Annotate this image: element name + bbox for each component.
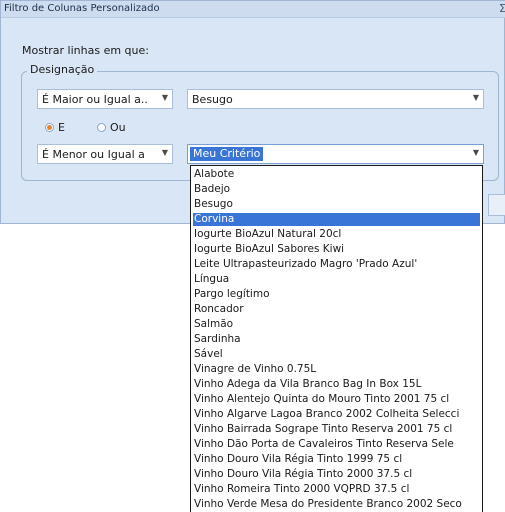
or-radio-label: Ou bbox=[110, 121, 126, 134]
group-label: Designação bbox=[27, 63, 98, 76]
dropdown-option[interactable]: Vinho Dão Porta de Cavaleiros Tinto Rese… bbox=[193, 438, 454, 451]
or-radio[interactable] bbox=[97, 123, 106, 132]
dropdown-option[interactable]: Vinho Douro Vila Régia Tinto 2000 37.5 c… bbox=[193, 468, 412, 481]
dropdown-option[interactable]: Sável bbox=[193, 348, 223, 361]
dropdown-option[interactable]: Iogurte BioAzul Natural 20cl bbox=[193, 228, 341, 241]
dropdown-option[interactable]: Iogurte BioAzul Sabores Kiwi bbox=[193, 243, 344, 256]
dropdown-option[interactable]: Leite Ultrapasteurizado Magro 'Prado Azu… bbox=[193, 258, 417, 271]
dropdown-option[interactable]: Roncador bbox=[193, 303, 244, 316]
dropdown-option[interactable]: Vinho Algarve Lagoa Branco 2002 Colheita… bbox=[193, 408, 459, 421]
and-radio-label: E bbox=[58, 121, 65, 134]
operator-combo-2[interactable]: É Menor ou Igual a ▼ bbox=[37, 144, 173, 164]
value-text-1: Besugo bbox=[192, 93, 233, 106]
chevron-down-icon[interactable]: ▼ bbox=[162, 93, 168, 102]
operator-combo-1[interactable]: É Maior ou Igual a.. ▼ bbox=[37, 89, 173, 109]
dropdown-option[interactable]: Badejo bbox=[193, 183, 230, 196]
dropdown-option[interactable]: Vinho Douro Vila Régia Tinto 1999 75 cl bbox=[193, 453, 402, 466]
operator-value-1: É Maior ou Igual a.. bbox=[42, 93, 148, 106]
operator-value-2: É Menor ou Igual a bbox=[42, 148, 145, 161]
close-icon[interactable]: Σ bbox=[499, 2, 505, 15]
chevron-down-icon[interactable]: ▼ bbox=[473, 93, 479, 102]
chevron-down-icon[interactable]: ▼ bbox=[162, 148, 168, 157]
dropdown-option[interactable]: Língua bbox=[193, 273, 229, 286]
dropdown-option[interactable]: Vinho Alentejo Quinta do Mouro Tinto 200… bbox=[193, 393, 449, 406]
title-bar: Filtro de Colunas Personalizado Σ bbox=[1, 1, 505, 18]
dropdown-option[interactable]: Alabote bbox=[193, 168, 234, 181]
dialog-button-edge[interactable] bbox=[488, 194, 505, 216]
value-combo-1[interactable]: Besugo ▼ bbox=[187, 89, 484, 109]
value-input-2[interactable]: Meu Critério bbox=[190, 147, 264, 161]
dropdown-option[interactable]: Besugo bbox=[193, 198, 233, 211]
prompt-label: Mostrar linhas em que: bbox=[22, 44, 149, 57]
dialog-title: Filtro de Colunas Personalizado bbox=[4, 3, 160, 14]
dropdown-option[interactable]: Vinagre de Vinho 0.75L bbox=[193, 363, 316, 376]
value-combo-2[interactable]: Meu Critério ▼ bbox=[187, 144, 484, 164]
chevron-down-icon[interactable]: ▼ bbox=[473, 148, 479, 157]
dropdown-option[interactable]: Vinho Romeira Tinto 2000 VQPRD 37.5 cl bbox=[193, 483, 409, 496]
dropdown-option[interactable]: Sardinha bbox=[193, 333, 241, 346]
dropdown-option[interactable]: Vinho Adega da Vila Branco Bag In Box 15… bbox=[193, 378, 421, 391]
dropdown-option[interactable]: Salmão bbox=[193, 318, 233, 331]
dropdown-option[interactable]: Pargo legítimo bbox=[193, 288, 270, 301]
and-radio[interactable] bbox=[45, 123, 54, 132]
criteria-dropdown-list[interactable]: Alabote Badejo Besugo Corvina Iogurte BioAzu… bbox=[190, 165, 483, 512]
dropdown-option[interactable]: Vinho Verde Mesa do Presidente Branco 20… bbox=[193, 498, 462, 511]
dropdown-option[interactable]: Corvina bbox=[193, 213, 480, 226]
dropdown-option[interactable]: Vinho Bairrada Sogrape Tinto Reserva 200… bbox=[193, 423, 452, 436]
